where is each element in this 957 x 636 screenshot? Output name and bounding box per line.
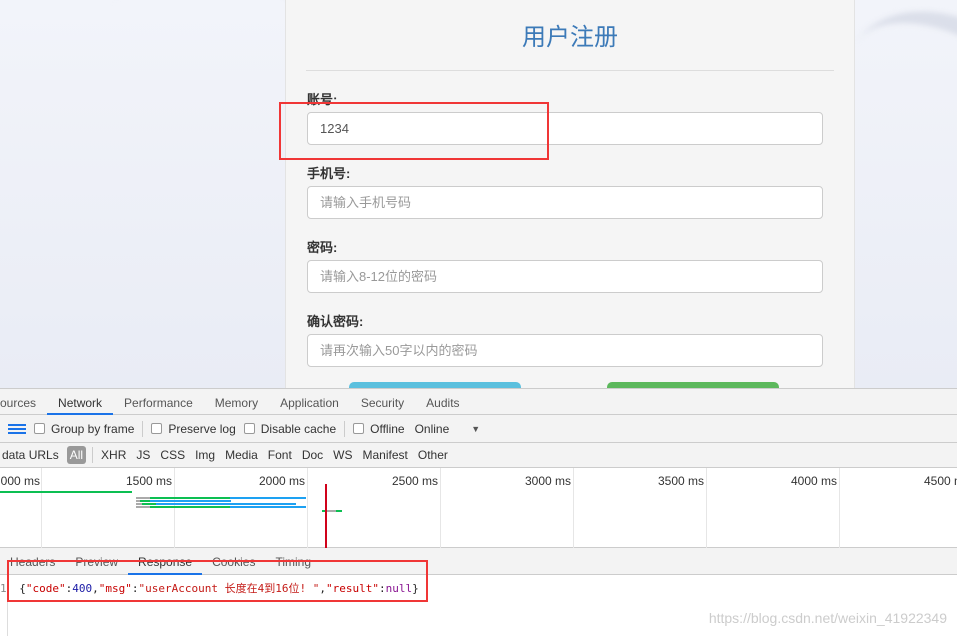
filter-font[interactable]: Font (263, 448, 297, 462)
password-input[interactable] (307, 260, 823, 293)
request-bar (136, 500, 231, 502)
tick-line (174, 468, 175, 548)
phone-input[interactable] (307, 186, 823, 219)
password-label: 密码: (307, 240, 338, 255)
throttle-select[interactable]: Online (415, 422, 450, 436)
filter-ws[interactable]: WS (328, 448, 357, 462)
filter-manifest[interactable]: Manifest (358, 448, 413, 462)
filter-css[interactable]: CSS (155, 448, 190, 462)
page-title: 用户注册 (522, 24, 618, 51)
tick-label: 1500 ms (125, 474, 172, 488)
tab-sources[interactable]: ources (0, 389, 47, 415)
line-number: 1 (0, 582, 7, 595)
divider (306, 70, 834, 71)
watermark: https://blog.csdn.net/weixin_41922349 (708, 610, 947, 626)
group-by-frame-checkbox[interactable] (34, 423, 45, 434)
filter-other[interactable]: Other (413, 448, 453, 462)
filter-all[interactable]: All (66, 446, 87, 464)
network-overview[interactable]: 000 ms 1500 ms 2000 ms 2500 ms 3000 ms 3… (0, 468, 957, 548)
tick-line (573, 468, 574, 548)
tick-label: 000 ms (0, 474, 40, 488)
divider (344, 420, 346, 437)
tick-label: 3500 ms (657, 474, 704, 488)
highlight-box (279, 102, 549, 160)
disable-cache-label: Disable cache (260, 421, 337, 436)
highlight-box (7, 560, 428, 602)
tab-memory[interactable]: Memory (204, 389, 269, 415)
divider (142, 420, 144, 437)
request-bar (136, 506, 306, 508)
waterfall-icon[interactable] (8, 423, 26, 434)
preserve-log-checkbox[interactable] (151, 423, 163, 434)
filter-xhr[interactable]: XHR (96, 448, 131, 462)
tick-line (41, 468, 42, 548)
tick-line (440, 468, 441, 548)
tick-line (706, 468, 707, 548)
tick-label: 3000 ms (524, 474, 571, 488)
request-bar (0, 491, 132, 493)
tab-network[interactable]: Network (47, 389, 114, 415)
filter-bar: data URLs All XHR JS CSS Img Media Font … (0, 443, 957, 468)
tick-label: 4500 ms (923, 474, 957, 488)
network-toolbar: Group by frame Preserve log Disable cach… (0, 415, 957, 443)
group-by-frame-label: Group by frame (51, 421, 135, 436)
divider (92, 447, 94, 463)
request-bar (136, 503, 296, 505)
chevron-down-icon[interactable]: ▼ (471, 424, 480, 434)
tick-label: 4000 ms (790, 474, 837, 488)
register-form: 用户注册 账号: 手机号: 密码: 确认密码: (285, 0, 855, 394)
load-event-line (325, 484, 327, 548)
offline-label: Offline (370, 421, 405, 436)
tick-label: 2500 ms (391, 474, 438, 488)
filter-doc[interactable]: Doc (297, 448, 328, 462)
hide-data-urls-label[interactable]: data URLs (0, 448, 64, 462)
devtools-panel: ources Network Performance Memory Applic… (0, 388, 957, 636)
filter-img[interactable]: Img (190, 448, 220, 462)
tick-line (839, 468, 840, 548)
tab-application[interactable]: Application (269, 389, 350, 415)
disable-cache-checkbox[interactable] (243, 423, 255, 434)
offline-checkbox[interactable] (353, 423, 365, 434)
tab-security[interactable]: Security (350, 389, 415, 415)
filter-media[interactable]: Media (220, 448, 263, 462)
preserve-log-label: Preserve log (168, 421, 236, 436)
devtools-tabs: ources Network Performance Memory Applic… (0, 388, 957, 415)
confirm-password-label: 确认密码: (307, 314, 364, 329)
filter-js[interactable]: JS (131, 448, 155, 462)
tick-label: 2000 ms (258, 474, 305, 488)
confirm-password-input[interactable] (307, 334, 823, 367)
request-bar (136, 497, 306, 499)
phone-label: 手机号: (307, 166, 351, 181)
tab-audits[interactable]: Audits (415, 389, 470, 415)
tab-performance[interactable]: Performance (113, 389, 204, 415)
tick-line (307, 468, 308, 548)
